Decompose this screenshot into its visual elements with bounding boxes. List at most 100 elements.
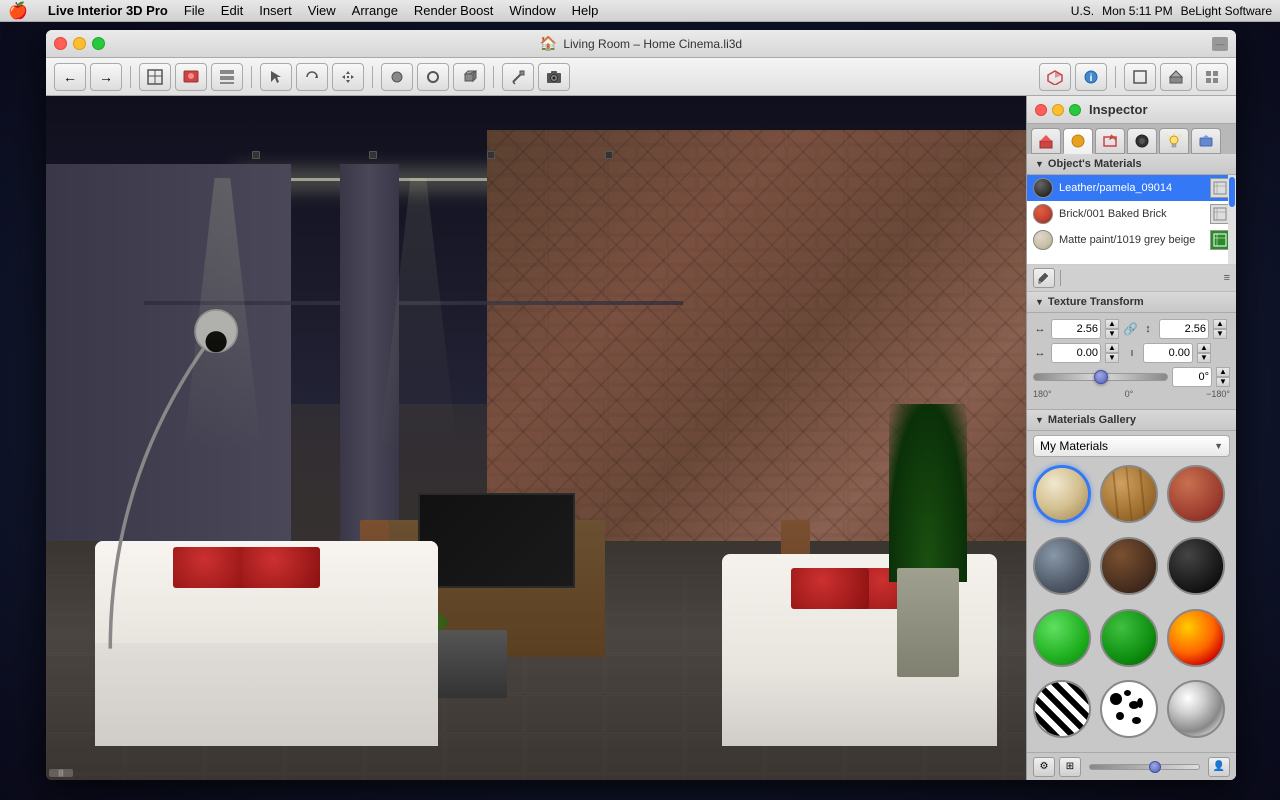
gallery-item-fire[interactable] [1167, 609, 1225, 667]
3d-viewport[interactable]: ||| [46, 96, 1026, 780]
gallery-item-green-bright[interactable] [1033, 609, 1091, 667]
gallery-item-green-dark[interactable] [1100, 609, 1158, 667]
apple-menu[interactable]: 🍎 [8, 1, 28, 21]
material-item-1[interactable]: Brick/001 Baked Brick [1027, 201, 1236, 227]
view-grid-button[interactable] [1196, 63, 1228, 91]
material-icon-1 [1210, 204, 1230, 224]
rotate-tool[interactable] [296, 63, 328, 91]
move-tool[interactable] [332, 63, 364, 91]
angle-up[interactable]: ▲ [1216, 367, 1230, 377]
inspector-minimize[interactable] [1052, 104, 1064, 116]
texture-width-row: ↔ ▲ ▼ 🔗 ↕ ▲ ▼ [1033, 319, 1230, 339]
inspector-title: Inspector [1089, 102, 1148, 117]
ceiling-spotlights [193, 151, 781, 178]
view-square-button[interactable] [1124, 63, 1156, 91]
material-item-2[interactable]: Matte paint/1019 grey beige [1027, 227, 1236, 253]
box-tool[interactable] [453, 63, 485, 91]
inspector-view-button[interactable]: 👤 [1208, 757, 1230, 777]
cushion-2 [242, 547, 320, 588]
camera-tool[interactable] [538, 63, 570, 91]
render-button[interactable] [175, 63, 207, 91]
toolbar-separator-3 [372, 66, 373, 88]
offset-y-input[interactable] [1143, 343, 1193, 363]
toolbar-separator [130, 66, 131, 88]
angle-down[interactable]: ▼ [1216, 377, 1230, 387]
app-name[interactable]: Live Interior 3D Pro [48, 3, 168, 18]
menu-help[interactable]: Help [572, 3, 599, 18]
height-down[interactable]: ▼ [1213, 329, 1227, 339]
gallery-item-brick[interactable] [1167, 465, 1225, 523]
ring-tool[interactable] [417, 63, 449, 91]
angle-label-zero: 0° [1125, 389, 1134, 399]
inspector-maximize[interactable] [1069, 104, 1081, 116]
select-tool[interactable] [260, 63, 292, 91]
tools-row: ≡ [1027, 265, 1236, 292]
inspector-tab-scene[interactable] [1191, 128, 1221, 154]
inspector-zoom-slider[interactable] [1089, 764, 1200, 770]
minimize-button[interactable] [73, 37, 86, 50]
nav-fwd-button[interactable]: → [90, 63, 122, 91]
offset-y-down[interactable]: ▼ [1197, 353, 1211, 363]
nav-back-button[interactable]: ← [54, 63, 86, 91]
material-icon-2 [1210, 230, 1230, 250]
material-item-0[interactable]: Leather/pamela_09014 [1027, 175, 1236, 201]
menu-render-boost[interactable]: Render Boost [414, 3, 494, 18]
inspector-resize-button[interactable]: ⊞ [1059, 757, 1081, 777]
height-stepper[interactable]: ▲ ▼ [1213, 319, 1227, 339]
materials-scrollbar[interactable] [1228, 175, 1236, 264]
width-stepper[interactable]: ▲ ▼ [1105, 319, 1119, 339]
offset-x-input[interactable] [1051, 343, 1101, 363]
gallery-item-fabric[interactable] [1033, 465, 1091, 523]
angle-stepper[interactable]: ▲ ▼ [1216, 367, 1230, 387]
inspector-tab-house[interactable] [1031, 128, 1061, 154]
gallery-item-chrome[interactable] [1167, 680, 1225, 738]
width-up[interactable]: ▲ [1105, 319, 1119, 329]
tv-screen [418, 493, 575, 589]
offset-x-up[interactable]: ▲ [1105, 343, 1119, 353]
sphere-tool[interactable] [381, 63, 413, 91]
maximize-button[interactable] [92, 37, 105, 50]
gallery-item-zebra[interactable] [1033, 680, 1091, 738]
texture-height-input[interactable] [1159, 319, 1209, 339]
gallery-item-darkwood[interactable] [1100, 537, 1158, 595]
menu-view[interactable]: View [308, 3, 336, 18]
menu-arrange[interactable]: Arrange [352, 3, 398, 18]
gallery-item-dalmatian[interactable] [1100, 680, 1158, 738]
inspector-tab-material[interactable] [1063, 128, 1093, 154]
inspector-close[interactable] [1035, 104, 1047, 116]
gallery-item-stone[interactable] [1033, 537, 1091, 595]
angle-input[interactable] [1172, 367, 1212, 387]
texture-width-input[interactable] [1051, 319, 1101, 339]
view-house-button[interactable] [1160, 63, 1192, 91]
info-button[interactable]: i [1075, 63, 1107, 91]
3d-view-button[interactable] [1039, 63, 1071, 91]
width-down[interactable]: ▼ [1105, 329, 1119, 339]
build-tool[interactable] [502, 63, 534, 91]
inspector-tab-light[interactable] [1159, 128, 1189, 154]
offset-x-down[interactable]: ▼ [1105, 353, 1119, 363]
menu-window[interactable]: Window [509, 3, 555, 18]
gallery-item-black[interactable] [1167, 537, 1225, 595]
gallery-item-wood[interactable] [1100, 465, 1158, 523]
offset-y-stepper[interactable]: ▲ ▼ [1197, 343, 1211, 363]
angle-track[interactable] [1033, 373, 1168, 381]
offset-x-stepper[interactable]: ▲ ▼ [1105, 343, 1119, 363]
gallery-dropdown[interactable]: My Materials [1033, 435, 1230, 457]
menu-file[interactable]: File [184, 3, 205, 18]
window-resize[interactable]: — [1212, 37, 1228, 51]
dropper-tool[interactable] [1033, 268, 1055, 288]
inspector-tab-edit[interactable] [1095, 128, 1125, 154]
offset-y-up[interactable]: ▲ [1197, 343, 1211, 353]
close-button[interactable] [54, 37, 67, 50]
menu-edit[interactable]: Edit [221, 3, 243, 18]
cushion-4 [791, 568, 869, 609]
materials-section-header: Object's Materials [1027, 154, 1236, 175]
toolbar-separator-2 [251, 66, 252, 88]
menu-insert[interactable]: Insert [259, 3, 292, 18]
floorplan-button[interactable] [139, 63, 171, 91]
materials-list[interactable]: Leather/pamela_09014 Brick/001 Baked Bri… [1027, 175, 1236, 265]
layout-button[interactable] [211, 63, 243, 91]
inspector-tab-texture[interactable] [1127, 128, 1157, 154]
inspector-settings-button[interactable]: ⚙ [1033, 757, 1055, 777]
height-up[interactable]: ▲ [1213, 319, 1227, 329]
